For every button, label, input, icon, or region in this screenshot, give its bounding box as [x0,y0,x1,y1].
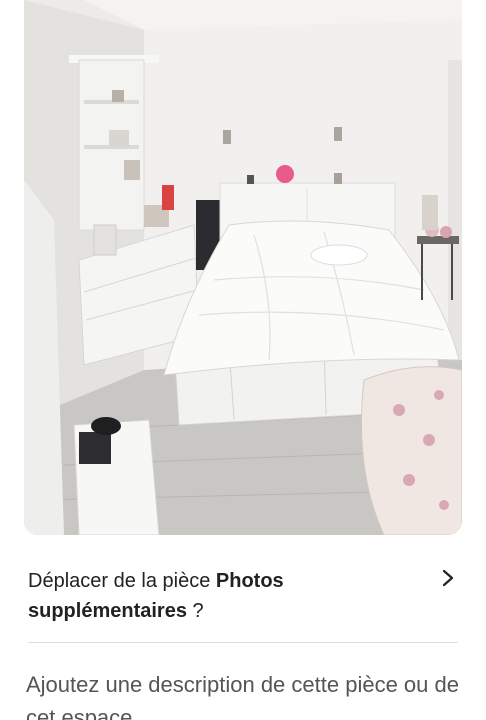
move-room-suffix: ? [186,600,204,622]
chevron-right-icon [442,569,454,587]
bedroom-photo-illustration [24,0,462,535]
room-photo[interactable] [24,0,462,535]
divider [28,642,458,643]
photo-detail-screen: Déplacer de la pièce Photos supplémentai… [0,0,486,720]
move-room-link[interactable]: Déplacer de la pièce Photos supplémentai… [28,562,458,632]
move-room-prefix: Déplacer de la pièce [28,570,216,592]
add-description-prompt[interactable]: Ajoutez une description de cette pièce o… [26,668,466,720]
move-room-text: Déplacer de la pièce Photos supplémentai… [28,566,418,626]
